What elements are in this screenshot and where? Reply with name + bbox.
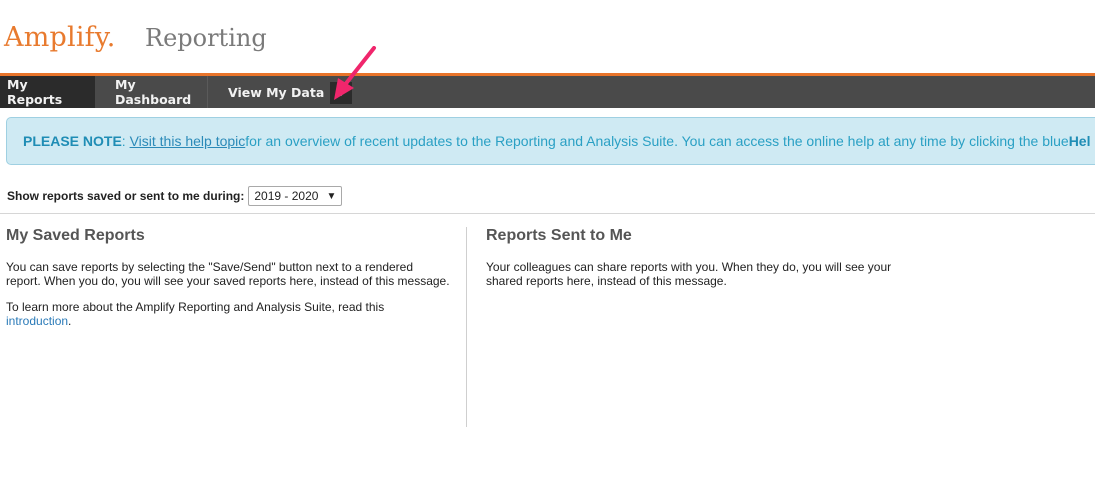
sent-reports-title: Reports Sent to Me xyxy=(486,227,632,244)
dropdown-arrow-icon: ▼ xyxy=(326,190,337,202)
nav-my-reports[interactable]: My Reports xyxy=(0,76,95,108)
help-topic-link[interactable]: Visit this help topic xyxy=(130,133,246,149)
page-header: Amplify. Reporting xyxy=(0,0,1095,74)
sent-reports-description: Your colleagues can share reports with y… xyxy=(486,260,892,288)
note-prefix: PLEASE NOTE xyxy=(23,133,122,149)
year-filter-label: Show reports saved or sent to me during: xyxy=(7,189,245,203)
note-text: for an overview of recent updates to the… xyxy=(245,133,1069,149)
year-select[interactable]: 2019 - 2020 ▼ xyxy=(248,186,343,206)
saved-reports-title: My Saved Reports xyxy=(6,227,145,244)
amplify-logo[interactable]: Amplify. xyxy=(4,22,116,53)
saved-reports-intro: To learn more about the Amplify Reportin… xyxy=(6,300,385,328)
column-divider xyxy=(466,227,467,427)
introduction-link[interactable]: introduction xyxy=(6,314,68,328)
section-divider xyxy=(0,213,1095,214)
year-filter: Show reports saved or sent to me during:… xyxy=(7,186,343,206)
main-nav: My Reports My Dashboard View My Data xyxy=(0,76,1095,108)
app-name: Reporting xyxy=(145,24,267,52)
help-button-ref: Hel xyxy=(1068,133,1091,149)
annotation-arrow-icon xyxy=(334,46,376,100)
saved-reports-description: You can save reports by selecting the "S… xyxy=(6,260,450,288)
please-note-banner: PLEASE NOTE: Visit this help topic for a… xyxy=(6,117,1095,165)
nav-my-dashboard[interactable]: My Dashboard xyxy=(95,76,208,108)
